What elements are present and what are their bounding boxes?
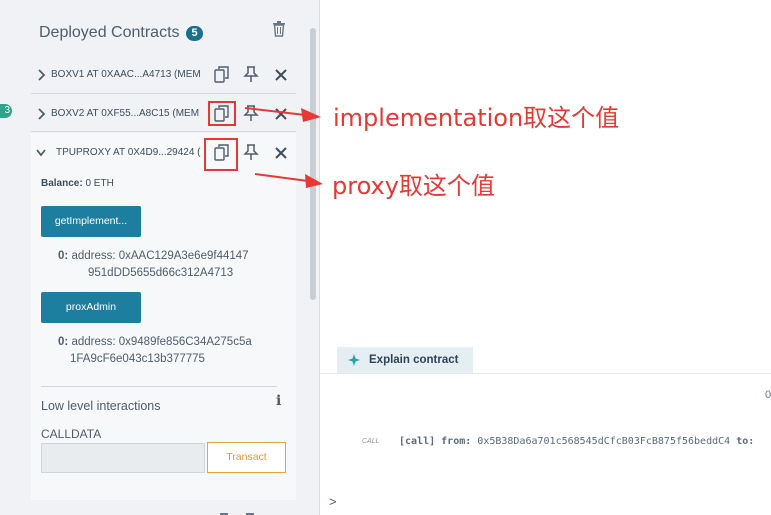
from-label: from: [441,436,472,447]
from-value: 0x5B38Da6a701c568545dCfcB03FcB875f56bedd… [477,436,731,447]
proxy-annotation: proxy取这个值 [332,172,495,200]
prox-admin-result: 0: address: 0x9489fe856C34A275c5a 1FA9cF… [58,334,252,368]
pin-icon[interactable] [243,66,259,83]
annotation-arrow-implementation [244,107,321,122]
info-icon[interactable]: i [276,393,281,409]
section-divider [41,386,277,387]
close-icon[interactable] [274,68,288,82]
get-implementation-result: 0: address: 0xAAC129A3e6e9f44147 951dDD5… [58,248,249,282]
get-implementation-button[interactable]: getImplement... [41,206,141,237]
contract-label: TPUPROXY AT 0X4D9...29424 ( [56,147,201,158]
contract-label: BOXV2 AT 0XF55...A8C15 (MEM [51,108,200,119]
result-index: 0: [58,250,69,262]
balance-label: Balance: [41,178,83,189]
chevron-down-icon[interactable] [36,147,46,159]
cut-off-icons [220,513,254,515]
to-label: to: [736,436,755,447]
balance: Balance: 0 ETH [41,178,114,189]
highlight-box-boxv2-copy [208,101,236,126]
contract-row-tpuproxy[interactable]: TPUPROXY AT 0X4D9...29424 ( [31,135,296,171]
call-text: [call] [399,436,436,447]
scrollbar[interactable] [310,28,316,300]
row-divider [31,93,296,94]
terminal-divider [320,373,771,374]
explain-contract-label[interactable]: Explain contract [369,354,458,366]
chevron-right-icon[interactable] [36,108,46,120]
contract-row-boxv1[interactable]: BOXV1 AT 0XAAC...A4713 (MEM [31,57,296,93]
contract-label: BOXV1 AT 0XAAC...A4713 (MEM [51,69,201,80]
annotation-arrow-proxy [254,173,323,188]
calldata-label: CALLDATA [41,427,102,441]
call-log-line[interactable]: [call] from: 0x5B38Da6a701c568545dCfcB03… [399,436,754,447]
copy-icon[interactable] [214,66,230,83]
chevron-right-icon[interactable] [36,69,46,81]
result-line1: address: 0x9489fe856C34A275c5a [71,336,252,348]
sparkle-icon [348,354,360,366]
row-divider [31,131,296,132]
low-level-interactions-title: Low level interactions [41,399,161,413]
result-index: 0: [58,336,69,348]
result-line2: 951dDD5655d66c312A4713 [88,267,234,279]
result-line1: address: 0xAAC129A3e6e9f44147 [71,250,249,262]
implementation-annotation: implementation取这个值 [333,104,620,132]
panel-title: Deployed Contracts [39,24,180,41]
log-counter: 0 [765,389,771,401]
highlight-box-proxy-copy [204,138,238,171]
result-line2: 1FA9cF6e043c13b377775 [70,353,205,365]
transact-button[interactable]: Transact [207,442,286,473]
balance-value: 0 ETH [85,178,114,189]
pin-icon[interactable] [243,144,259,161]
terminal-prompt[interactable]: > [329,494,337,509]
calldata-input[interactable] [41,443,205,473]
contract-count-badge: 5 [186,26,203,41]
close-icon[interactable] [274,146,288,160]
prox-admin-button[interactable]: proxAdmin [41,292,141,323]
trash-icon[interactable] [272,21,286,37]
call-tag: CALL [362,438,380,445]
